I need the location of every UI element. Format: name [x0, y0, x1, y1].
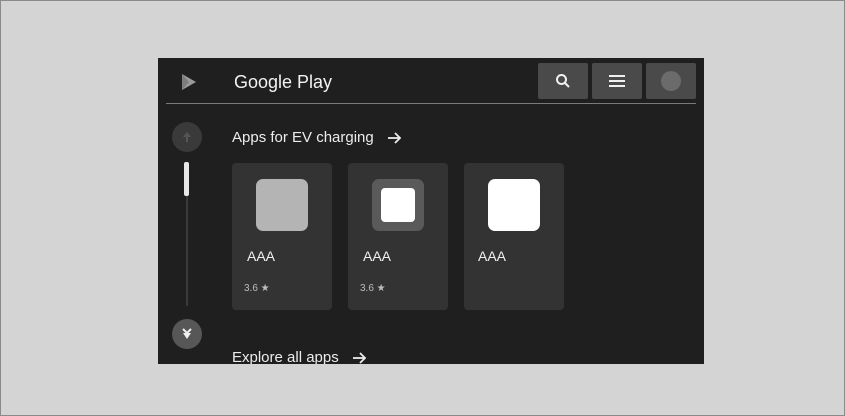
arrow-right-icon — [352, 352, 367, 364]
play-logo-icon[interactable] — [182, 74, 196, 90]
scroll-up-button[interactable] — [172, 122, 202, 152]
scrollbar-thumb[interactable] — [184, 162, 189, 196]
search-icon — [556, 74, 570, 88]
arrow-right-icon — [387, 132, 402, 144]
app-rating: 3.6 ★ — [244, 283, 270, 294]
app-name: AAA — [247, 248, 276, 264]
section-header-explore[interactable]: Explore all apps — [232, 348, 367, 364]
app-card[interactable]: AAA 3.6 ★ — [232, 163, 332, 310]
app-icon-glyph — [381, 188, 415, 222]
profile-button[interactable] — [646, 63, 696, 99]
app-name: AAA — [478, 248, 507, 264]
menu-button[interactable] — [592, 63, 642, 99]
outer-frame: Google Play Apps for EV charging AAA 3.6… — [0, 0, 845, 416]
section-header-ev-charging[interactable]: Apps for EV charging — [232, 128, 402, 148]
app-title: Google Play — [234, 72, 333, 92]
scroll-up-icon — [183, 132, 191, 142]
section-title: Explore all apps — [232, 349, 339, 364]
app-rating: 3.6 ★ — [360, 283, 386, 294]
section-title: Apps for EV charging — [232, 129, 374, 146]
app-name: AAA — [363, 248, 392, 264]
app-icon — [256, 179, 308, 231]
menu-icon — [609, 75, 625, 87]
scroll-down-button[interactable] — [172, 319, 202, 349]
app-icon — [372, 179, 424, 231]
scroll-down-icon — [182, 328, 192, 339]
header-divider — [166, 103, 696, 104]
avatar — [661, 71, 681, 91]
top-bar: Google Play — [158, 58, 704, 104]
app-icon — [488, 179, 540, 231]
play-store-screen: Google Play Apps for EV charging AAA 3.6… — [158, 58, 704, 364]
search-button[interactable] — [538, 63, 588, 99]
app-card[interactable]: AAA — [464, 163, 564, 310]
app-card[interactable]: AAA 3.6 ★ — [348, 163, 448, 310]
